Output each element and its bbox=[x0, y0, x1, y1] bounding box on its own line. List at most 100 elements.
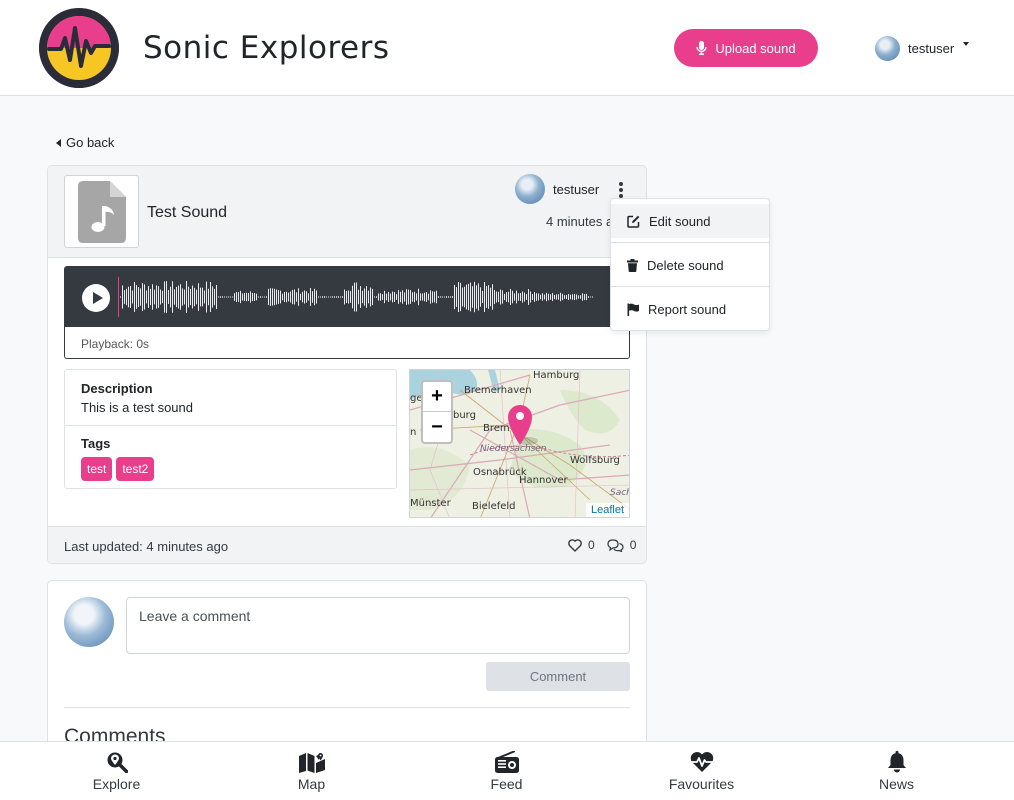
nav-map[interactable]: Map bbox=[214, 742, 409, 800]
waveform[interactable] bbox=[118, 277, 598, 317]
player-bar bbox=[65, 267, 629, 327]
waveform-bar bbox=[564, 295, 565, 299]
waveform-bar bbox=[250, 291, 251, 303]
waveform-bar bbox=[144, 284, 145, 310]
waveform-bar bbox=[122, 285, 123, 309]
waveform-bar bbox=[478, 283, 479, 311]
nav-feed[interactable]: Feed bbox=[409, 742, 604, 800]
waveform-bar bbox=[420, 293, 421, 301]
map-label: Bremerhaven bbox=[464, 385, 532, 396]
nav-favourites[interactable]: Favourites bbox=[604, 742, 799, 800]
sound-thumbnail bbox=[64, 175, 139, 248]
menu-divider bbox=[611, 242, 769, 243]
report-sound-label: Report sound bbox=[648, 301, 727, 317]
play-icon bbox=[92, 292, 103, 304]
go-back-link[interactable]: Go back bbox=[56, 135, 114, 150]
waveform-bar bbox=[522, 291, 523, 303]
waveform-bar bbox=[508, 291, 509, 303]
app-logo[interactable] bbox=[39, 8, 119, 88]
waveform-bar bbox=[360, 286, 361, 308]
divider bbox=[64, 707, 630, 708]
waveform-bar bbox=[136, 285, 137, 309]
waveform-bar bbox=[492, 284, 493, 310]
waveform-bar bbox=[370, 287, 371, 307]
waveform-bar bbox=[356, 282, 357, 312]
waveform-bar bbox=[154, 289, 155, 305]
nav-label: Explore bbox=[92, 776, 141, 792]
waveform-bar bbox=[328, 296, 329, 298]
waveform-bar bbox=[434, 291, 435, 303]
waveform-bar bbox=[278, 290, 279, 304]
waveform-bar bbox=[588, 296, 589, 298]
map-marker-icon[interactable] bbox=[506, 403, 540, 447]
brand-name[interactable]: Sonic Explorers bbox=[143, 30, 390, 66]
waveform-bar bbox=[498, 291, 499, 303]
waveform-bar bbox=[398, 290, 399, 304]
waveform-bar bbox=[464, 286, 465, 308]
waveform-bar bbox=[542, 293, 543, 301]
nav-news[interactable]: News bbox=[799, 742, 994, 800]
sound-owner[interactable]: testuser bbox=[515, 174, 599, 204]
sound-options-menu: Edit sound Delete sound Report sound bbox=[610, 198, 770, 331]
waveform-bar bbox=[212, 286, 213, 308]
tag-badge[interactable]: test2 bbox=[116, 457, 155, 481]
nav-label: News bbox=[878, 776, 914, 792]
zoom-in-button[interactable]: + bbox=[423, 382, 451, 412]
waveform-bar bbox=[378, 293, 379, 301]
waveform-bar bbox=[476, 285, 477, 309]
user-menu-toggle[interactable]: testuser bbox=[875, 35, 970, 61]
sound-stats: 0 0 bbox=[568, 538, 636, 552]
delete-sound-menu-item[interactable]: Delete sound bbox=[611, 248, 769, 282]
waveform-bar bbox=[310, 288, 311, 306]
report-sound-menu-item[interactable]: Report sound bbox=[611, 292, 769, 326]
comment-input[interactable] bbox=[126, 597, 630, 654]
waveform-bar bbox=[288, 292, 289, 302]
waveform-bar bbox=[462, 287, 463, 307]
waveform-bar bbox=[518, 293, 519, 301]
comments-button[interactable]: 0 bbox=[607, 538, 636, 552]
waveform-bar bbox=[592, 296, 593, 298]
waveform-bar bbox=[396, 294, 397, 300]
waveform-bar bbox=[332, 296, 333, 298]
waveform-bar bbox=[274, 288, 275, 306]
waveform-bar bbox=[444, 296, 445, 298]
waveform-bar bbox=[252, 292, 253, 302]
nav-label: Feed bbox=[490, 776, 523, 792]
nav-explore[interactable]: Explore bbox=[19, 742, 214, 800]
upload-sound-button[interactable]: Upload sound bbox=[674, 29, 818, 67]
waveform-bar bbox=[120, 296, 121, 298]
search-location-icon bbox=[107, 752, 128, 773]
waveform-bar bbox=[548, 293, 549, 301]
tag-badge[interactable]: test bbox=[81, 457, 113, 481]
waveform-bar bbox=[234, 293, 235, 301]
edit-sound-menu-item[interactable]: Edit sound bbox=[611, 204, 769, 238]
waveform-bar bbox=[468, 283, 469, 311]
waveform-bar bbox=[536, 293, 537, 301]
waveform-bar bbox=[400, 291, 401, 303]
like-button[interactable]: 0 bbox=[568, 538, 595, 552]
waveform-bar bbox=[372, 288, 373, 306]
waveform-bar bbox=[318, 296, 319, 298]
waveform-bar bbox=[180, 284, 181, 310]
zoom-out-button[interactable]: − bbox=[423, 412, 451, 442]
waveform-bar bbox=[228, 296, 229, 298]
playhead bbox=[118, 277, 119, 317]
waveform-bar bbox=[500, 289, 501, 305]
map-attribution-link[interactable]: Leaflet bbox=[585, 503, 629, 517]
waveform-bar bbox=[128, 286, 129, 308]
submit-comment-button[interactable]: Comment bbox=[486, 662, 630, 691]
waveform-bar bbox=[438, 296, 439, 298]
waveform-bar bbox=[390, 293, 391, 301]
waveform-bar bbox=[544, 294, 545, 300]
location-map[interactable]: Hamburg Bremerhaven ge burg n Brem Niede… bbox=[409, 369, 630, 518]
play-button[interactable] bbox=[82, 284, 110, 312]
waveform-bar bbox=[436, 290, 437, 304]
waveform-bar bbox=[346, 290, 347, 304]
waveform-bar bbox=[472, 286, 473, 308]
waveform-bar bbox=[170, 286, 171, 308]
waveform-bar bbox=[408, 289, 409, 305]
waveform-bar bbox=[168, 290, 169, 304]
waveform-bar bbox=[140, 288, 141, 306]
more-options-icon[interactable] bbox=[616, 180, 626, 200]
waveform-bar bbox=[578, 295, 579, 299]
